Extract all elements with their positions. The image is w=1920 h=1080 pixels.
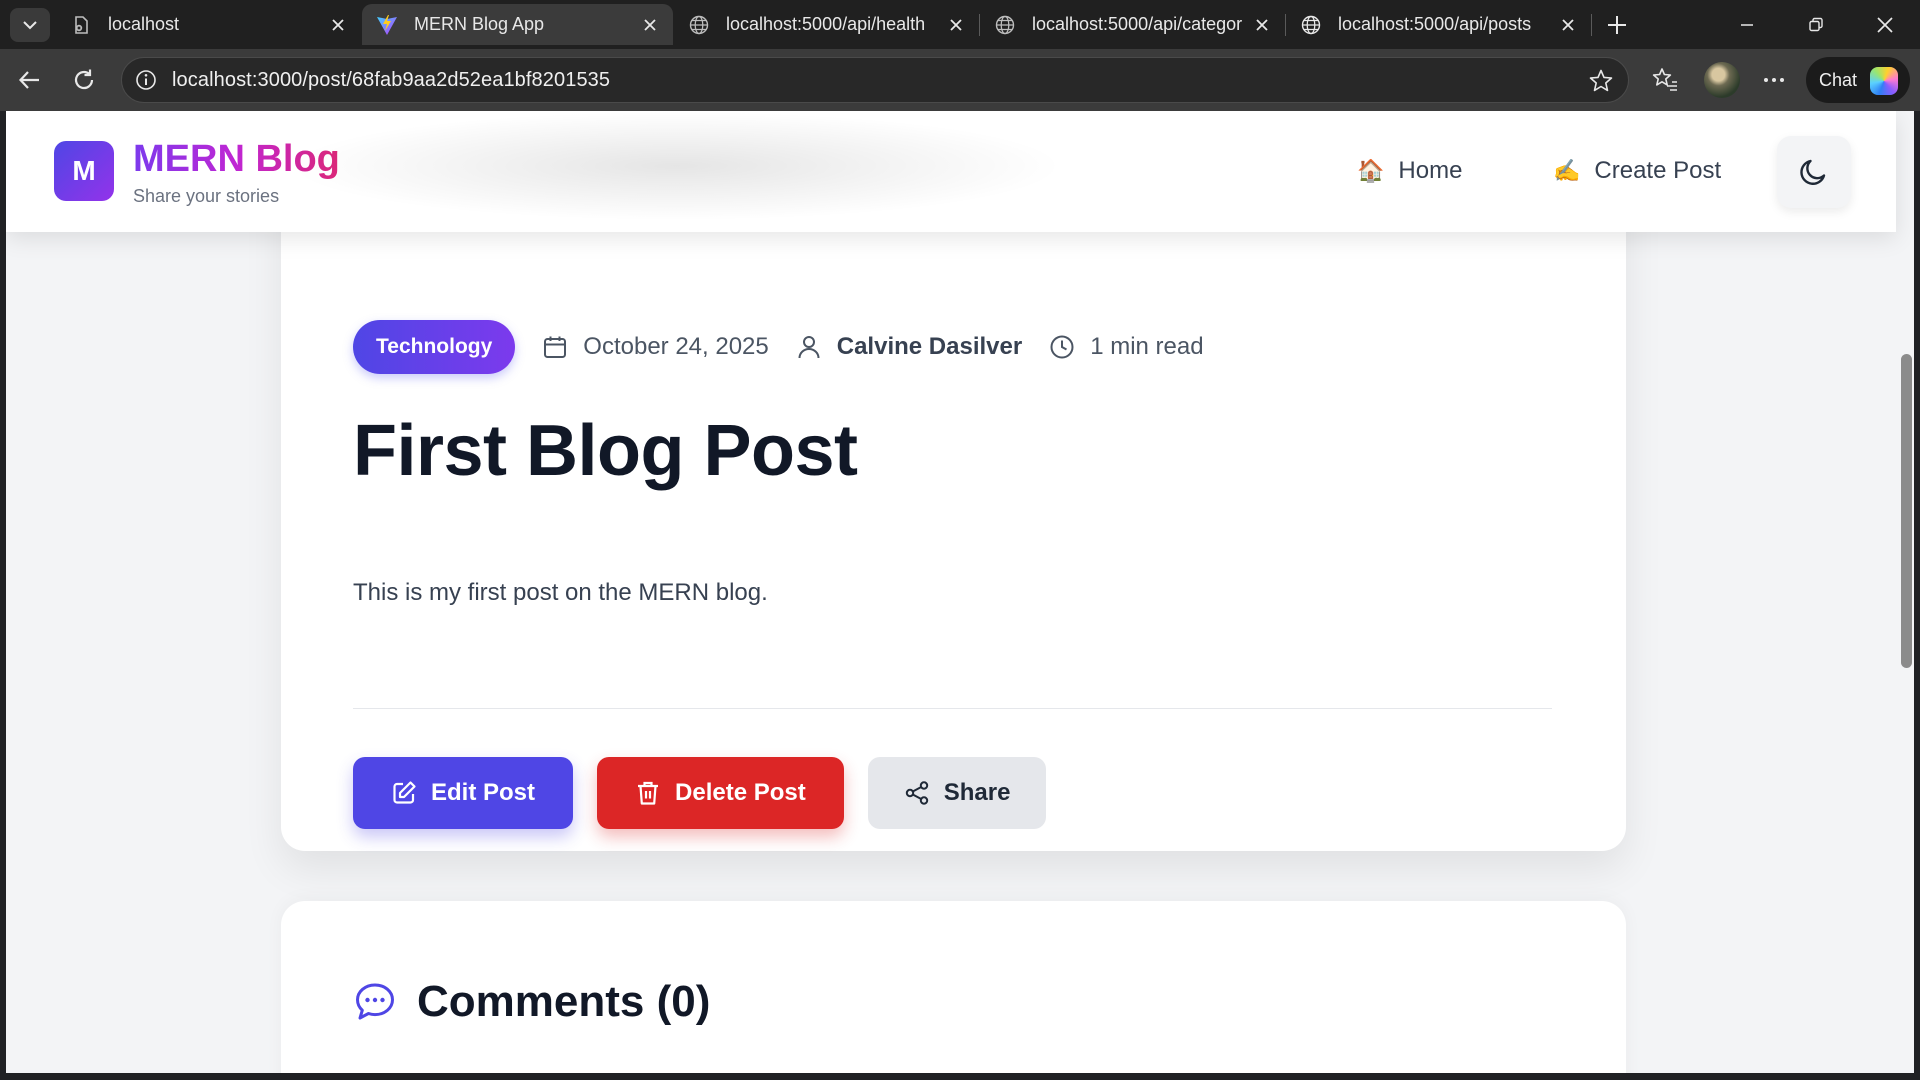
tab-api-posts[interactable]: localhost:5000/api/posts xyxy=(1286,4,1591,45)
comments-header: Comments (0) xyxy=(353,977,710,1027)
close-tab-icon[interactable] xyxy=(945,14,967,36)
brand-tagline: Share your stories xyxy=(133,186,280,206)
logo-badge[interactable]: M xyxy=(54,141,114,201)
url-text[interactable]: localhost:3000/post/68fab9aa2d52ea1bf820… xyxy=(172,69,610,92)
new-tab-button[interactable] xyxy=(1602,10,1632,40)
copilot-chat-button[interactable]: Chat xyxy=(1806,57,1910,103)
globe-icon xyxy=(994,14,1016,36)
close-tab-icon[interactable] xyxy=(1557,14,1579,36)
post-content: This is my first post on the MERN blog. xyxy=(353,579,768,606)
tab-api-health[interactable]: localhost:5000/api/health xyxy=(674,4,979,45)
post-date-text: October 24, 2025 xyxy=(583,333,769,360)
comments-section: Comments (0) xyxy=(281,901,1626,1073)
tab-title: localhost:5000/api/categor xyxy=(1032,14,1243,34)
close-tab-icon[interactable] xyxy=(639,14,661,36)
post-author: Calvine Dasilver xyxy=(795,333,1022,361)
browser-toolbar: localhost:3000/post/68fab9aa2d52ea1bf820… xyxy=(0,49,1920,111)
moon-icon xyxy=(1800,159,1826,185)
arrow-left-icon xyxy=(18,71,39,89)
more-menu-button[interactable] xyxy=(1756,62,1792,98)
divider xyxy=(353,708,1552,709)
share-button[interactable]: Share xyxy=(867,757,1047,829)
chat-label: Chat xyxy=(1819,69,1858,90)
close-window-button[interactable] xyxy=(1870,10,1900,40)
app-header: M MERN Blog Share your stories 🏠 Home ✍️… xyxy=(6,111,1896,232)
post-date: October 24, 2025 xyxy=(541,333,769,361)
chevron-down-icon xyxy=(23,21,37,30)
post-title: First Blog Post xyxy=(353,411,858,491)
post-actions: Edit Post Delete Post Share xyxy=(353,757,1070,829)
edit-post-button[interactable]: Edit Post xyxy=(353,757,574,829)
share-icon xyxy=(904,780,930,806)
address-bar[interactable]: localhost:3000/post/68fab9aa2d52ea1bf820… xyxy=(121,57,1629,103)
post-read-time: 1 min read xyxy=(1048,333,1204,361)
tab-actions-button[interactable] xyxy=(10,8,50,42)
post-read-time-text: 1 min read xyxy=(1090,333,1204,360)
profile-avatar[interactable] xyxy=(1704,62,1740,98)
tab-title: MERN Blog App xyxy=(414,14,545,34)
scrollbar-thumb[interactable] xyxy=(1901,354,1912,668)
share-label: Share xyxy=(943,779,1011,806)
reload-button[interactable] xyxy=(66,62,102,98)
close-tab-icon[interactable] xyxy=(327,14,349,36)
trash-icon xyxy=(635,780,661,806)
tab-api-categories[interactable]: localhost:5000/api/categor xyxy=(980,4,1285,45)
favorites-list-icon xyxy=(1652,68,1677,91)
clock-icon xyxy=(1048,333,1076,361)
minimize-button[interactable] xyxy=(1732,10,1762,40)
restore-button[interactable] xyxy=(1801,10,1831,40)
brand-title[interactable]: MERN Blog xyxy=(133,138,340,181)
vite-logo-icon xyxy=(376,14,398,36)
page-viewport: M MERN Blog Share your stories 🏠 Home ✍️… xyxy=(6,111,1914,1073)
nav-home-link[interactable]: 🏠 Home xyxy=(1357,157,1462,185)
tab-localhost[interactable]: localhost xyxy=(56,4,361,45)
post-card: Technology October 24, 2025 Calvine Dasi… xyxy=(281,161,1626,851)
globe-icon xyxy=(688,14,710,36)
site-info-icon[interactable] xyxy=(134,68,158,92)
writing-hand-icon: ✍️ xyxy=(1553,158,1581,184)
post-author-text: Calvine Dasilver xyxy=(836,333,1023,360)
tab-title: localhost xyxy=(108,14,180,34)
nav-home-label: Home xyxy=(1398,157,1463,184)
delete-post-label: Delete Post xyxy=(675,779,806,806)
theme-toggle-button[interactable] xyxy=(1777,136,1851,208)
broken-page-icon xyxy=(70,14,92,36)
close-tab-icon[interactable] xyxy=(1251,14,1273,36)
nav-create-label: Create Post xyxy=(1594,157,1722,184)
delete-post-button[interactable]: Delete Post xyxy=(597,757,844,829)
tab-mern-blog-app[interactable]: MERN Blog App xyxy=(362,4,673,45)
more-horizontal-icon xyxy=(1764,78,1784,82)
copilot-logo-icon xyxy=(1870,67,1898,95)
tab-separator xyxy=(1591,14,1592,36)
header-shadow-decoration xyxy=(286,111,1066,221)
favorite-star-icon[interactable] xyxy=(1588,68,1614,94)
tab-title: localhost:5000/api/health xyxy=(726,14,926,34)
close-icon xyxy=(1877,17,1893,33)
browser-tab-strip: localhost MERN Blog App localhost:5000/a… xyxy=(0,0,1920,49)
plus-icon xyxy=(1608,16,1626,34)
post-meta: Technology October 24, 2025 Calvine Dasi… xyxy=(353,320,1204,374)
minimize-icon xyxy=(1741,24,1753,26)
page-scrollbar[interactable] xyxy=(1896,111,1914,1073)
back-button[interactable] xyxy=(12,62,48,98)
reload-icon xyxy=(74,69,94,90)
comments-heading: Comments (0) xyxy=(417,977,711,1026)
house-icon: 🏠 xyxy=(1357,158,1385,184)
edit-icon xyxy=(391,780,417,806)
restore-icon xyxy=(1809,17,1823,32)
user-icon xyxy=(795,333,823,361)
category-badge[interactable]: Technology xyxy=(353,320,516,374)
favorites-button[interactable] xyxy=(1647,62,1683,98)
nav-create-post-link[interactable]: ✍️ Create Post xyxy=(1553,157,1721,185)
globe-icon xyxy=(1300,14,1322,36)
chat-bubble-icon xyxy=(353,980,397,1024)
tab-title: localhost:5000/api/posts xyxy=(1338,14,1532,34)
edit-post-label: Edit Post xyxy=(431,779,536,806)
calendar-icon xyxy=(541,333,569,361)
